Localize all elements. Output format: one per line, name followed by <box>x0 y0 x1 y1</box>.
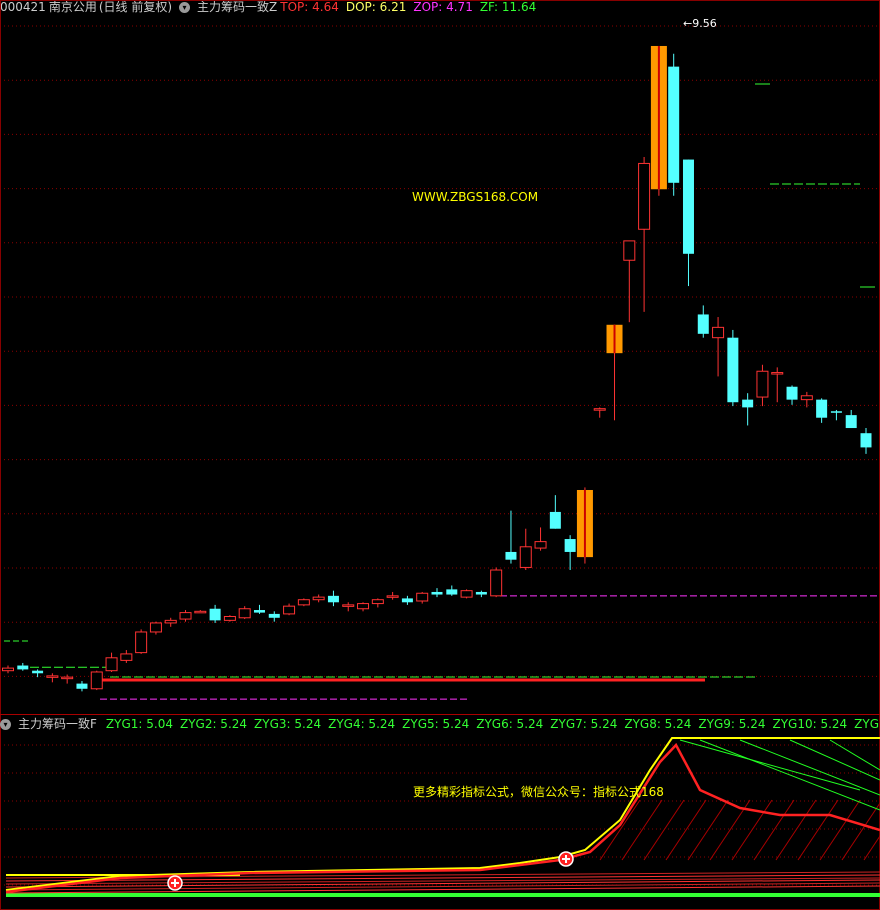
candle-body-down <box>564 539 576 552</box>
zyg-value: ZYG3: 5.24 <box>254 717 322 731</box>
sub-band-red <box>5 885 880 894</box>
candle-body-down <box>668 66 680 183</box>
candle-body-down <box>845 415 857 429</box>
sub-hatch <box>687 799 729 861</box>
zyg-value: ZYG9: 5.24 <box>698 717 766 731</box>
candle-body-down <box>209 608 221 621</box>
candle-body-down <box>830 411 842 413</box>
sub-hatch <box>665 799 707 861</box>
candle-body-down <box>475 591 487 595</box>
sub-line-red <box>5 742 880 894</box>
sub-hatch <box>841 802 880 861</box>
candle-body-down <box>860 433 872 448</box>
sub-line-yellow <box>5 737 880 891</box>
sub-panel-header: ▾ 主力筹码一致F ZYG1: 5.04 ZYG2: 5.24 ZYG3: 5.24 ZY… <box>0 717 880 732</box>
candle-body-down <box>682 159 694 254</box>
sub-hatch <box>621 799 663 861</box>
candle-body-up <box>357 603 370 610</box>
sub-hatch <box>753 799 795 861</box>
candle-body-up <box>593 408 606 411</box>
candle-body-up <box>46 675 59 678</box>
sub-band-red <box>5 882 880 891</box>
candle-body-up <box>519 546 532 568</box>
candle-body-up <box>712 326 725 339</box>
candle-body-up <box>135 631 148 654</box>
candle-body-up <box>297 599 310 606</box>
zyg-value: ZYG6: 5.24 <box>476 717 544 731</box>
sub-hatch <box>775 799 817 861</box>
candle-body-up <box>800 395 813 401</box>
zyg-value-list: ZYG1: 5.04 ZYG2: 5.24 ZYG3: 5.24 ZYG4: 5.24… <box>106 717 880 731</box>
candle-body-down <box>549 511 561 529</box>
candle-body-up <box>638 162 651 230</box>
candle-body-down <box>816 399 828 418</box>
level-lines <box>4 83 880 700</box>
sub-band-green <box>6 893 880 897</box>
sub-hatch <box>797 799 839 861</box>
peak-price-label: ←9.56 <box>683 17 717 30</box>
candle-body-up <box>61 676 74 680</box>
peak-price-value: 9.56 <box>692 17 717 30</box>
candle-body-up <box>371 599 384 605</box>
promo-text: 更多精彩指标公式，微信公众号：指标公式168 <box>413 785 664 799</box>
candle-body-down <box>32 670 44 674</box>
candle-body-up <box>342 604 355 607</box>
candle-body-down <box>17 665 29 670</box>
candle-body-down <box>446 589 458 595</box>
candle-body-down <box>253 610 265 613</box>
chart-canvas[interactable] <box>0 0 880 910</box>
zyg-value: ZYG1: 5.04 <box>105 717 173 731</box>
zyg-value: ZYG11: 5.24 <box>854 717 880 731</box>
candle-body-down <box>697 314 709 334</box>
candle-body-down <box>268 613 280 618</box>
sub-line-green <box>739 739 880 796</box>
zyg-value: ZYG5: 5.24 <box>402 717 470 731</box>
zyg-value: ZYG7: 5.24 <box>550 717 618 731</box>
candle-body-up <box>386 595 399 598</box>
candle-body-up <box>416 592 429 602</box>
sub-indicator-lines <box>5 737 880 897</box>
candle-body-up <box>179 612 192 620</box>
chart-grid <box>0 0 880 910</box>
candle-body-up <box>283 605 296 615</box>
candle-body-up <box>534 541 547 549</box>
candle-body-up <box>149 622 162 633</box>
candle-body-up <box>194 610 207 614</box>
candle-body-down <box>76 683 88 689</box>
candle-body-down <box>505 551 517 560</box>
sub-hatch <box>643 799 685 861</box>
candle-body-down <box>431 591 443 595</box>
candle-body-up <box>2 667 14 672</box>
candle-body-down <box>742 399 754 408</box>
sub-indicator-menu-icon[interactable]: ▾ <box>0 719 11 730</box>
candle-body-up <box>90 671 103 690</box>
sub-hatch <box>819 799 861 861</box>
candle-body-up <box>105 657 118 672</box>
sub-line-green <box>699 739 880 811</box>
candle-body-up <box>756 370 769 398</box>
candle-body-up <box>120 653 133 661</box>
candle-body-down <box>786 386 798 400</box>
zyg-value: ZYG10: 5.24 <box>772 717 848 731</box>
candle-body-up <box>623 240 636 261</box>
candle-body-down <box>401 598 413 603</box>
candle-body-up <box>312 596 325 601</box>
sub-indicator-name[interactable]: 主力筹码一致F <box>18 717 97 731</box>
candle-body-up <box>771 372 784 375</box>
candle-body-down <box>327 595 339 603</box>
watermark-text: WWW.ZBGS168.COM <box>412 190 539 204</box>
sub-line-green <box>679 739 861 791</box>
candle-body-down <box>727 337 739 403</box>
candle-body-up <box>164 619 177 624</box>
zyg-value: ZYG8: 5.24 <box>624 717 692 731</box>
candle-body-up <box>238 608 251 619</box>
candlestick-series <box>2 45 872 692</box>
zyg-value: ZYG4: 5.24 <box>328 717 396 731</box>
candle-body-up <box>223 615 236 621</box>
zyg-value: ZYG2: 5.24 <box>179 717 248 731</box>
candle-body-up <box>490 569 503 597</box>
sub-hatch <box>599 799 641 861</box>
candle-body-up <box>460 590 473 598</box>
